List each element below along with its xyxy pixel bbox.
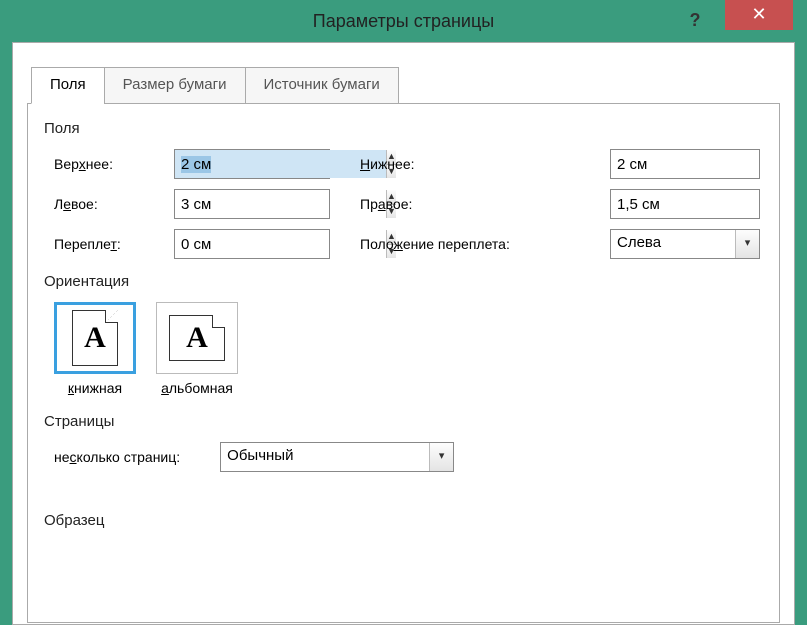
right-margin-input[interactable]: [611, 190, 807, 218]
gutter-input[interactable]: [175, 230, 386, 258]
chevron-down-icon[interactable]: ▾: [429, 443, 453, 471]
multiple-pages-select[interactable]: Обычный ▾: [220, 442, 454, 472]
gutter-spinner[interactable]: ▲▼: [174, 229, 330, 259]
multiple-pages-value: Обычный: [221, 443, 429, 471]
top-margin-spinner[interactable]: ▲▼: [174, 149, 330, 179]
tab-paper-source[interactable]: Источник бумаги: [245, 67, 399, 104]
landscape-page-icon: A: [169, 315, 225, 361]
dialog-title: Параметры страницы: [313, 11, 494, 32]
help-button[interactable]: ?: [681, 6, 709, 34]
landscape-label: альбомная: [156, 380, 238, 397]
bottom-margin-input[interactable]: [611, 150, 807, 178]
right-margin-spinner[interactable]: ▲▼: [610, 189, 760, 219]
sample-group-label: Образец: [44, 512, 763, 529]
titlebar: Параметры страницы ? ✕: [0, 0, 807, 42]
portrait-label: книжная: [54, 380, 136, 397]
top-margin-label: Верхнее:: [44, 156, 174, 173]
dialog-body: Поля Размер бумаги Источник бумаги Поля …: [12, 42, 795, 625]
bottom-margin-spinner[interactable]: ▲▼: [610, 149, 760, 179]
left-margin-input[interactable]: [175, 190, 386, 218]
pages-group-label: Страницы: [44, 413, 763, 430]
orientation-landscape[interactable]: A альбомная: [156, 302, 238, 397]
orientation-portrait[interactable]: A книжная: [54, 302, 136, 397]
tab-bar: Поля Размер бумаги Источник бумаги: [31, 67, 794, 104]
portrait-page-icon: A: [72, 310, 118, 366]
multiple-pages-label: несколько страниц:: [54, 449, 180, 465]
close-button[interactable]: ✕: [725, 0, 793, 30]
top-margin-input[interactable]: [175, 150, 386, 178]
gutter-label: Переплет:: [44, 236, 174, 253]
bottom-margin-label: Нижнее:: [360, 156, 610, 173]
tab-panel-margins: Поля Верхнее: ▲▼ Нижнее: ▲▼ Левое:: [27, 103, 780, 623]
gutter-position-value: Слева: [611, 230, 735, 258]
chevron-down-icon[interactable]: ▾: [735, 230, 759, 258]
right-margin-label: Правое:: [360, 196, 610, 213]
left-margin-spinner[interactable]: ▲▼: [174, 189, 330, 219]
tab-margins[interactable]: Поля: [31, 67, 105, 104]
tab-paper-size[interactable]: Размер бумаги: [104, 67, 246, 104]
margins-group-label: Поля: [44, 120, 763, 137]
left-margin-label: Левое:: [44, 196, 174, 213]
gutter-position-label: Положение переплета:: [360, 236, 610, 253]
orientation-group-label: Ориентация: [44, 273, 763, 290]
gutter-position-select[interactable]: Слева ▾: [610, 229, 760, 259]
